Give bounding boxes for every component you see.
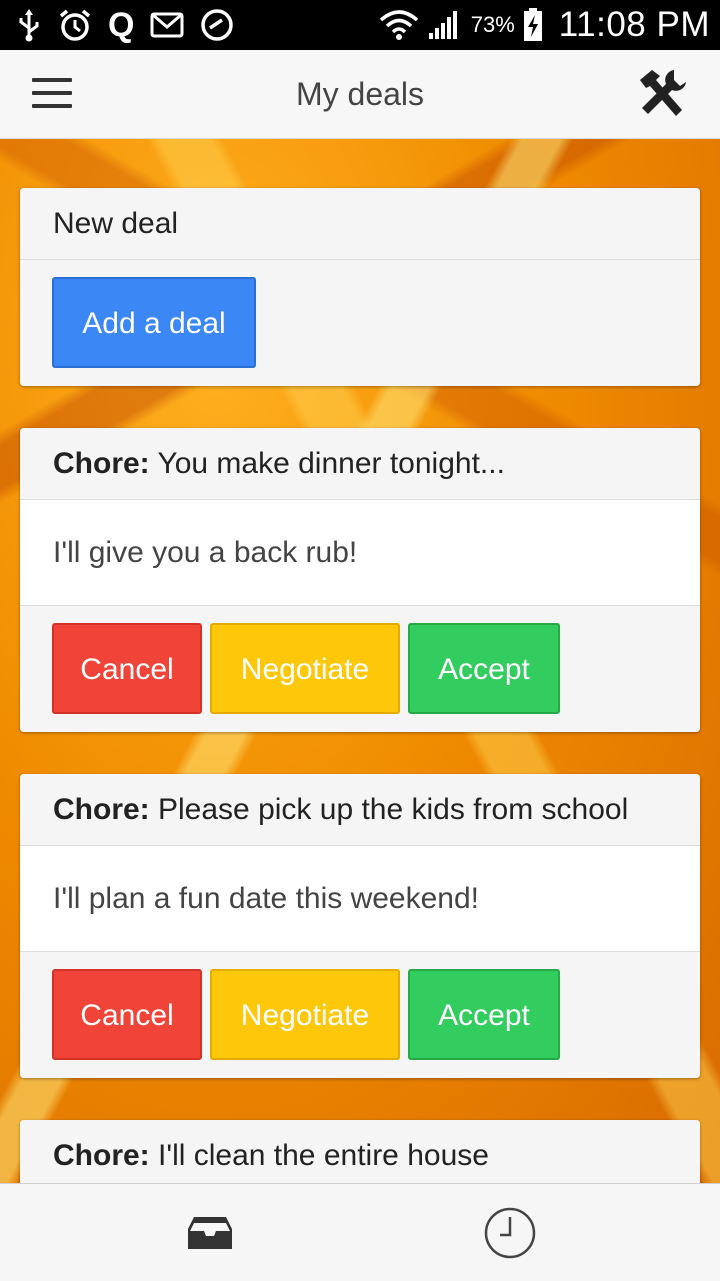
deal-card: Chore: Please pick up the kids from scho… (20, 774, 700, 1078)
deal-chore: Chore: I'll clean the entire house (20, 1120, 700, 1183)
speedometer-icon (200, 8, 234, 42)
deal-card: Chore: I'll clean the entire house (20, 1120, 700, 1183)
chore-text: I'll clean the entire house (149, 1139, 489, 1172)
gmail-icon (150, 11, 184, 39)
status-bar-system: 73% 11:08 PM (379, 0, 710, 50)
deal-actions: Cancel Negotiate Accept (20, 606, 700, 732)
new-deal-actions: Add a deal (20, 260, 700, 386)
alarm-icon (58, 8, 92, 42)
chore-label: Chore: (53, 447, 150, 480)
cancel-button[interactable]: Cancel (52, 623, 202, 714)
battery-charging-icon (523, 8, 543, 42)
bottom-navigation (0, 1183, 720, 1281)
accept-button[interactable]: Accept (408, 969, 560, 1060)
chore-label: Chore: (53, 1139, 150, 1172)
inbox-icon (188, 1216, 232, 1249)
quora-letter: Q (108, 6, 135, 44)
chore-label: Chore: (53, 793, 150, 826)
clock-time: 11:08 PM (558, 5, 710, 44)
deals-list[interactable]: New deal Add a deal Chore: You make dinn… (0, 139, 720, 1183)
negotiate-button[interactable]: Negotiate (210, 623, 400, 714)
battery-percent: 73% (470, 12, 515, 37)
accept-button[interactable]: Accept (408, 623, 560, 714)
cancel-button[interactable]: Cancel (52, 969, 202, 1060)
new-deal-header: New deal (20, 188, 700, 260)
clock-icon (484, 1207, 536, 1258)
app-bar: My deals (0, 50, 720, 139)
chore-text: You make dinner tonight... (149, 447, 505, 480)
deal-offer: I'll plan a fun date this weekend! (20, 846, 700, 952)
settings-button[interactable] (634, 66, 690, 122)
chore-text: Please pick up the kids from school (149, 793, 629, 826)
deal-card: Chore: You make dinner tonight... I'll g… (20, 428, 700, 732)
tools-icon (640, 70, 686, 116)
usb-icon (16, 8, 42, 42)
signal-icon (427, 9, 463, 41)
deal-offer: I'll give you a back rub! (20, 500, 700, 606)
deal-chore: Chore: You make dinner tonight... (20, 428, 700, 500)
quora-icon: Q (108, 8, 134, 42)
new-deal-card: New deal Add a deal (20, 188, 700, 386)
page-title: My deals (295, 76, 425, 112)
negotiate-button[interactable]: Negotiate (210, 969, 400, 1060)
nav-history[interactable] (330, 1184, 690, 1281)
deal-actions: Cancel Negotiate Accept (20, 952, 700, 1078)
wifi-icon (379, 9, 419, 41)
add-deal-button[interactable]: Add a deal (52, 277, 256, 368)
status-bar-notifications: Q (16, 0, 234, 50)
deal-chore: Chore: Please pick up the kids from scho… (20, 774, 700, 846)
status-bar: Q 73% 11:08 PM (0, 0, 720, 50)
